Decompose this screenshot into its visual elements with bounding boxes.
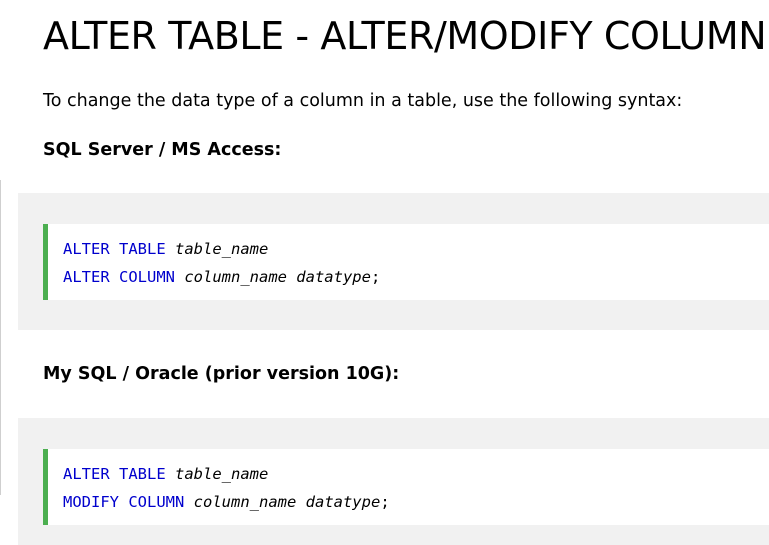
- sql-argument: column_name datatype: [184, 268, 371, 286]
- sql-argument: table_name: [175, 240, 269, 258]
- code-block-sqlserver: ALTER TABLE table_name ALTER COLUMN colu…: [43, 224, 769, 300]
- code-line: ALTER TABLE table_name: [63, 460, 769, 488]
- code-line: ALTER COLUMN column_name datatype;: [63, 263, 769, 291]
- sql-keyword: ALTER TABLE: [63, 465, 166, 483]
- sql-keyword: MODIFY COLUMN: [63, 493, 185, 511]
- sql-terminator: ;: [380, 493, 390, 511]
- sql-terminator: ;: [370, 268, 381, 286]
- section-heading-sqlserver: SQL Server / MS Access:: [43, 140, 282, 160]
- sql-argument: column_name datatype: [193, 493, 381, 511]
- sql-keyword: ALTER TABLE: [63, 240, 166, 258]
- sql-argument: table_name: [175, 465, 269, 483]
- sql-keyword: ALTER COLUMN: [63, 268, 175, 286]
- code-block-mysql-oracle: ALTER TABLE table_name MODIFY COLUMN col…: [43, 449, 769, 525]
- code-example-panel-sqlserver: ALTER TABLE table_name ALTER COLUMN colu…: [18, 193, 769, 330]
- code-line: ALTER TABLE table_name: [63, 235, 769, 263]
- code-example-panel-mysql-oracle: ALTER TABLE table_name MODIFY COLUMN col…: [18, 418, 769, 545]
- intro-text: To change the data type of a column in a…: [43, 91, 683, 111]
- left-page-rule: [0, 180, 1, 495]
- page-title: ALTER TABLE - ALTER/MODIFY COLUMN: [43, 14, 767, 58]
- code-line: MODIFY COLUMN column_name datatype;: [63, 488, 769, 516]
- section-heading-mysql-oracle: My SQL / Oracle (prior version 10G):: [43, 364, 400, 384]
